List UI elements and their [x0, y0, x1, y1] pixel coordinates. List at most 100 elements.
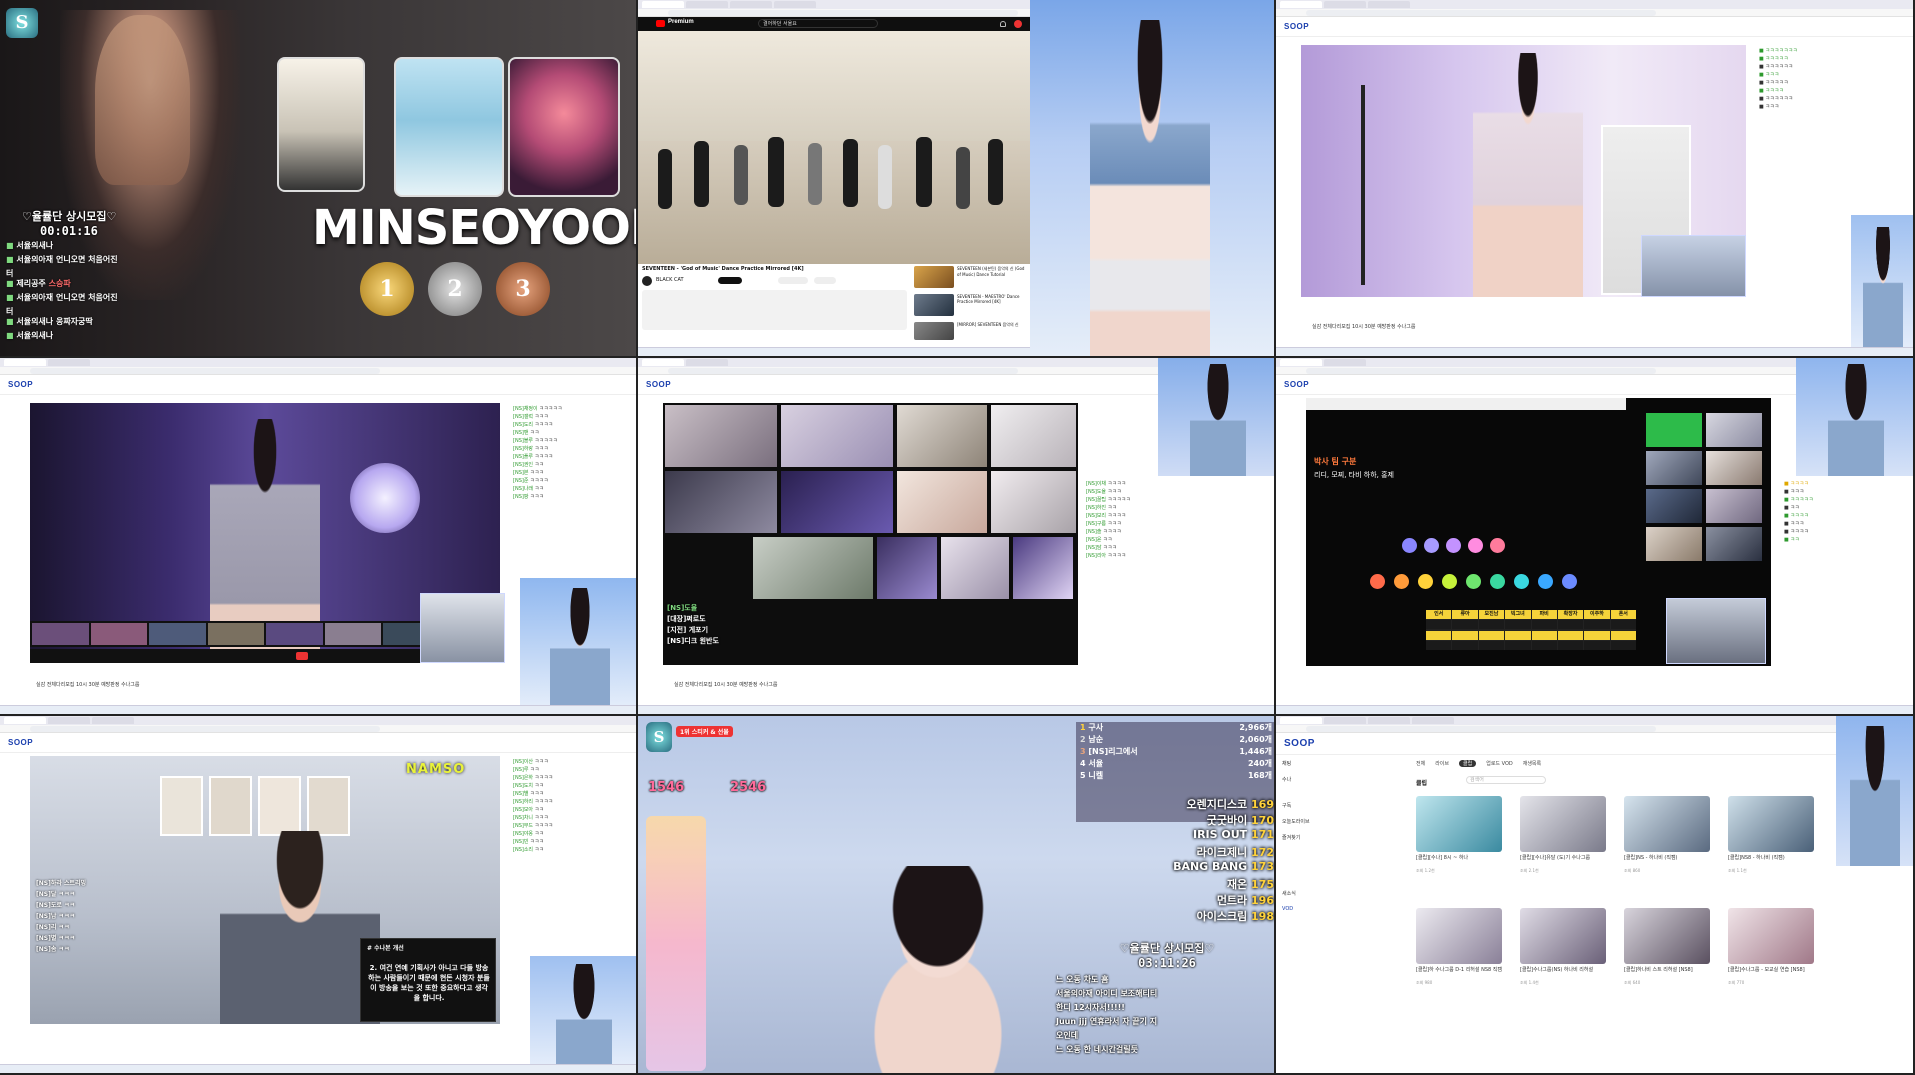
address-bar[interactable]	[0, 725, 636, 733]
search-input[interactable]: 결어하던 서울요	[758, 19, 878, 28]
like-button[interactable]	[778, 277, 808, 284]
vod-card[interactable]: [클립]NS - 하나비 (직캠) 조회 860	[1624, 796, 1710, 874]
sidebar-item[interactable]: 즐겨찾기	[1282, 834, 1354, 850]
video-tile[interactable]	[991, 405, 1076, 467]
vod-card[interactable]: [클립]NS8 - 하나비 (직캠) 조회 1.1천	[1728, 796, 1814, 874]
video-tile[interactable]	[991, 471, 1076, 533]
soop-logo[interactable]: SOOP	[1284, 22, 1309, 31]
vod-card[interactable]: [클립]하 수나그룹 D-1 리허설 NS8 직캠 조회 980	[1416, 908, 1502, 986]
video-player[interactable]	[638, 31, 1030, 264]
stream-cell-5[interactable]: SOOP [NS]도율 [대장]쩌로도 [지전] 게포기 [NS]디크 원반도 …	[638, 358, 1276, 716]
color-dot	[1446, 538, 1461, 553]
vod-title[interactable]: [클립]NS8 - 하나비 (직캠)	[1728, 854, 1814, 868]
vod-thumbnail[interactable]	[1416, 908, 1502, 964]
video-tile[interactable]	[897, 405, 987, 467]
sidebar-item[interactable]: 채팅	[1282, 760, 1354, 776]
chat-panel[interactable]: [NS]이채 ㅋㅋㅋㅋ [NS]도율 ㅋㅋㅋ [NS]꿀팁 ㅋㅋㅋㅋㅋ [NS]하진 …	[1083, 478, 1178, 678]
vod-title[interactable]: [클립]하 수나그룹 D-1 리허설 NS8 직캠	[1416, 966, 1502, 980]
chat-panel[interactable]: ■ ㅋㅋㅋㅋㅋㅋㅋ ■ ㅋㅋㅋㅋㅋ ■ ㅋㅋㅋㅋㅋㅋ ■ ㅋㅋㅋ ■ ㅋㅋㅋㅋㅋ ■ ㅋㅋ…	[1756, 45, 1836, 315]
vod-card[interactable]: [클립]수나그룹 - 모교실 연습 [NS8] 조회 770	[1728, 908, 1814, 986]
streamer-thumb	[1706, 413, 1762, 447]
video-player[interactable]	[1301, 45, 1746, 297]
multiview-player[interactable]: [NS]도율 [대장]쩌로도 [지전] 게포기 [NS]디크 원반도	[663, 403, 1078, 665]
video-tile[interactable]	[941, 537, 1009, 599]
stream-cell-1[interactable]: S MINSEOYOOL 1 2 3 ♡율률단 상시모집♡ 00:01:16 ■…	[0, 0, 638, 358]
dancer	[878, 145, 892, 209]
vod-title[interactable]: [클립][수나] 8시 ~ 하나	[1416, 854, 1502, 868]
soop-logo[interactable]: SOOP	[1284, 738, 1315, 749]
video-tile[interactable]	[897, 471, 987, 533]
tab-clip[interactable]: 클립	[1459, 760, 1477, 767]
channel-name[interactable]: BLACK CAT	[656, 277, 684, 283]
channel-avatar[interactable]	[642, 276, 652, 286]
vod-thumbnail[interactable]	[1728, 796, 1814, 852]
browser-tabbar[interactable]	[1276, 716, 1913, 725]
stream-cell-6[interactable]: SOOP 박사 팀 구분 리디, 모찌, 타비 하하, 홍제 인서 류아 모진남 빅그…	[1276, 358, 1915, 716]
vod-title[interactable]: [클립]수나그룹 - 모교실 연습 [NS8]	[1728, 966, 1814, 980]
vod-thumbnail[interactable]	[1624, 908, 1710, 964]
video-tile[interactable]	[877, 537, 937, 599]
share-button[interactable]	[814, 277, 836, 284]
taskbar	[0, 705, 636, 714]
search-input[interactable]: 검색어	[1466, 776, 1546, 784]
notification-icon[interactable]	[1000, 21, 1006, 27]
tab-all[interactable]: 전체	[1416, 760, 1425, 767]
soop-logo[interactable]: SOOP	[8, 380, 33, 389]
sidebar-item[interactable]: 새소식	[1282, 890, 1354, 906]
soop-logo[interactable]: SOOP	[8, 738, 33, 747]
stream-cell-8[interactable]: S 1위 스티커 & 선물 1546 2546 1 구사 2,966개 2 남순 2…	[638, 716, 1276, 1075]
browser-tabbar[interactable]	[1276, 0, 1913, 9]
browser-tabbar[interactable]	[0, 358, 636, 367]
vod-thumbnail[interactable]	[1520, 908, 1606, 964]
sidebar-item[interactable]: 구독	[1282, 802, 1354, 818]
tab-playlist[interactable]: 재생목록	[1523, 760, 1541, 767]
video-tile[interactable]	[781, 471, 893, 533]
song-ranking: 오렌지디스코 169 굿굿바이 170 IRIS OUT 171 라이크제니 1…	[1173, 798, 1274, 923]
vod-title[interactable]: [클립][수나]유달 (도)기 수나그룹	[1520, 854, 1606, 868]
vod-card[interactable]: [클립][수나]유달 (도)기 수나그룹 조회 2.1천	[1520, 796, 1606, 874]
vod-thumbnail[interactable]	[1728, 908, 1814, 964]
avatar[interactable]	[1014, 20, 1022, 28]
tab-live[interactable]: 라이브	[1435, 760, 1449, 767]
soop-logo[interactable]: SOOP	[1284, 380, 1309, 389]
yt-logo-icon[interactable]	[656, 20, 665, 27]
vod-title[interactable]: [클립]수나그룹(NS) 하나비 리허설	[1520, 966, 1606, 980]
sidebar-item[interactable]: VOD	[1282, 906, 1354, 922]
vod-card[interactable]: [클립]하나비 스트 리허설 [NS8] 조회 640	[1624, 908, 1710, 986]
video-tile[interactable]	[1013, 537, 1073, 599]
sidebar-item[interactable]: 오늘도라이브	[1282, 818, 1354, 834]
stream-cell-4[interactable]: SOOP 실감 전체다리모집 10시 30분 예방판정 수나그룹 [NS]채정이…	[0, 358, 638, 716]
address-bar[interactable]	[0, 367, 636, 375]
related-video[interactable]: SEVENTEEN (세븐틴) 음악의 신 (God of Music) Dan…	[914, 266, 1030, 290]
soop-logo[interactable]: SOOP	[646, 380, 671, 389]
video-tile[interactable]	[781, 405, 893, 467]
section-label: 클립	[1416, 780, 1428, 787]
stream-cell-7[interactable]: SOOP NAMSO # 수나본 개선 2. 여건 연예 기획사가 아니고 다들…	[0, 716, 638, 1075]
vod-card[interactable]: [클립][수나] 8시 ~ 하나 조회 1.2천	[1416, 796, 1502, 874]
dancer	[658, 149, 672, 209]
video-player[interactable]: NAMSO # 수나본 개선 2. 여건 연예 기획사가 아니고 다들 방송하는…	[30, 756, 500, 1024]
address-bar[interactable]	[1276, 9, 1913, 17]
sidebar-item[interactable]: 수나	[1282, 776, 1354, 792]
video-player[interactable]: 박사 팀 구분 리디, 모찌, 타비 하하, 홍제 인서 류아 모진남 빅그녀 파비 확장…	[1306, 398, 1771, 666]
related-video[interactable]: SEVENTEEN - MAESTRO' Dance Practice Mirr…	[914, 294, 1030, 318]
vod-title[interactable]: [클립]하나비 스트 리허설 [NS8]	[1624, 966, 1710, 980]
vod-thumbnail[interactable]	[1624, 796, 1710, 852]
vod-thumbnail[interactable]	[1416, 796, 1502, 852]
chat-panel[interactable]: ■ ㅋㅋㅋㅋ ■ ㅋㅋㅋ ■ ㅋㅋㅋㅋㅋ ■ ㅋㅋ ■ ㅋㅋㅋㅋ ■ ㅋㅋㅋ ■ ㅋㅋㅋㅋ ■…	[1781, 478, 1876, 678]
tab-upload[interactable]: 업로드 VOD	[1486, 760, 1513, 767]
vod-thumbnail[interactable]	[1520, 796, 1606, 852]
address-bar[interactable]	[1276, 725, 1913, 733]
related-video[interactable]: [MIRROR] SEVENTEEN 음악의 신	[914, 322, 1030, 342]
stream-cell-9[interactable]: SOOP 채팅 수나 구독 오늘도라이브 즐겨찾기 새소식 VOD 전체 라이브…	[1276, 716, 1915, 1075]
dancer	[734, 145, 748, 205]
subscribe-button[interactable]	[718, 277, 742, 284]
video-tile[interactable]	[753, 537, 873, 599]
video-tile[interactable]	[665, 471, 777, 533]
vod-card[interactable]: [클립]수나그룹(NS) 하나비 리허설 조회 1.4천	[1520, 908, 1606, 986]
vod-title[interactable]: [클립]NS - 하나비 (직캠)	[1624, 854, 1710, 868]
stream-cell-3[interactable]: SOOP 실감 전체다리모집 10시 30분 예방판정 수나그룹 ■ ㅋㅋㅋㅋㅋ…	[1276, 0, 1915, 358]
browser-tabbar[interactable]	[0, 716, 636, 725]
video-tile[interactable]	[665, 405, 777, 467]
stream-cell-2[interactable]: Premium 결어하던 서울요 SEVENTEEN - 'God of Mus…	[638, 0, 1276, 358]
